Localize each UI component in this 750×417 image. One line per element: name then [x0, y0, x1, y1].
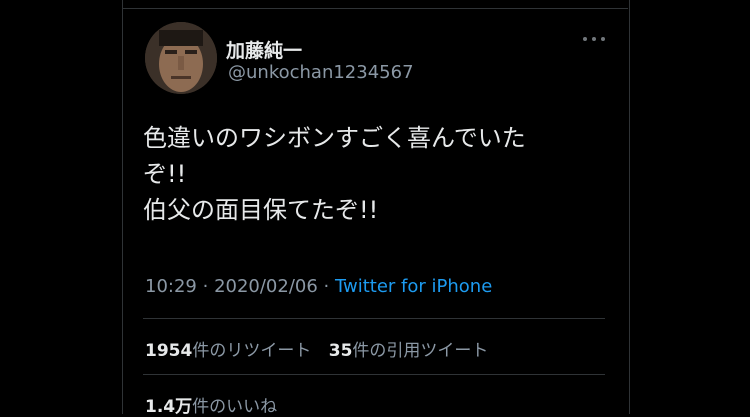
- meta-separator: ·: [323, 276, 335, 297]
- tweet-source-link[interactable]: Twitter for iPhone: [335, 276, 492, 297]
- avatar[interactable]: [145, 22, 217, 94]
- tweet-text-line: ぞ!!: [143, 160, 187, 188]
- engagement-stats: 1954件のリツイート 35件の引用ツイート: [145, 336, 500, 361]
- quote-count: 35: [328, 341, 353, 361]
- tweet-text: 色違いのワシボンすごく喜んでいた ぞ!! 伯父の面目保てたぞ!!: [143, 120, 603, 228]
- dot: [601, 37, 605, 41]
- tweet-text-line: 色違いのワシボンすごく喜んでいた: [143, 124, 526, 152]
- tweet-date[interactable]: 2020/02/06: [214, 276, 318, 297]
- retweet-label: 件のリツイート: [192, 341, 312, 361]
- retweet-count-link[interactable]: 1954件のリツイート: [145, 341, 311, 361]
- retweet-count: 1954: [145, 341, 193, 361]
- likes-stats: 1.4万件のいいね: [145, 392, 289, 417]
- tweet-text-line: 伯父の面目保てたぞ!!: [143, 196, 379, 224]
- meta-separator: ·: [202, 276, 215, 297]
- like-label: 件のいいね: [192, 397, 278, 417]
- tweet-meta: 10:29 · 2020/02/06 · Twitter for iPhone: [145, 276, 492, 297]
- tweet-time[interactable]: 10:29: [145, 276, 197, 297]
- quote-count-link[interactable]: 35件の引用ツイート: [329, 341, 489, 361]
- stats-divider: [143, 318, 605, 319]
- likes-divider: [143, 374, 605, 375]
- more-horizontal-icon[interactable]: [583, 32, 605, 46]
- top-divider: [122, 8, 628, 9]
- dot: [583, 37, 587, 41]
- dot: [592, 37, 596, 41]
- quote-label: 件の引用ツイート: [352, 341, 489, 361]
- like-count-link[interactable]: 1.4万件のいいね: [145, 397, 277, 417]
- author-handle[interactable]: @unkochan1234567: [228, 62, 414, 83]
- like-count: 1.4万: [145, 397, 193, 417]
- author-display-name[interactable]: 加藤純一: [226, 36, 302, 63]
